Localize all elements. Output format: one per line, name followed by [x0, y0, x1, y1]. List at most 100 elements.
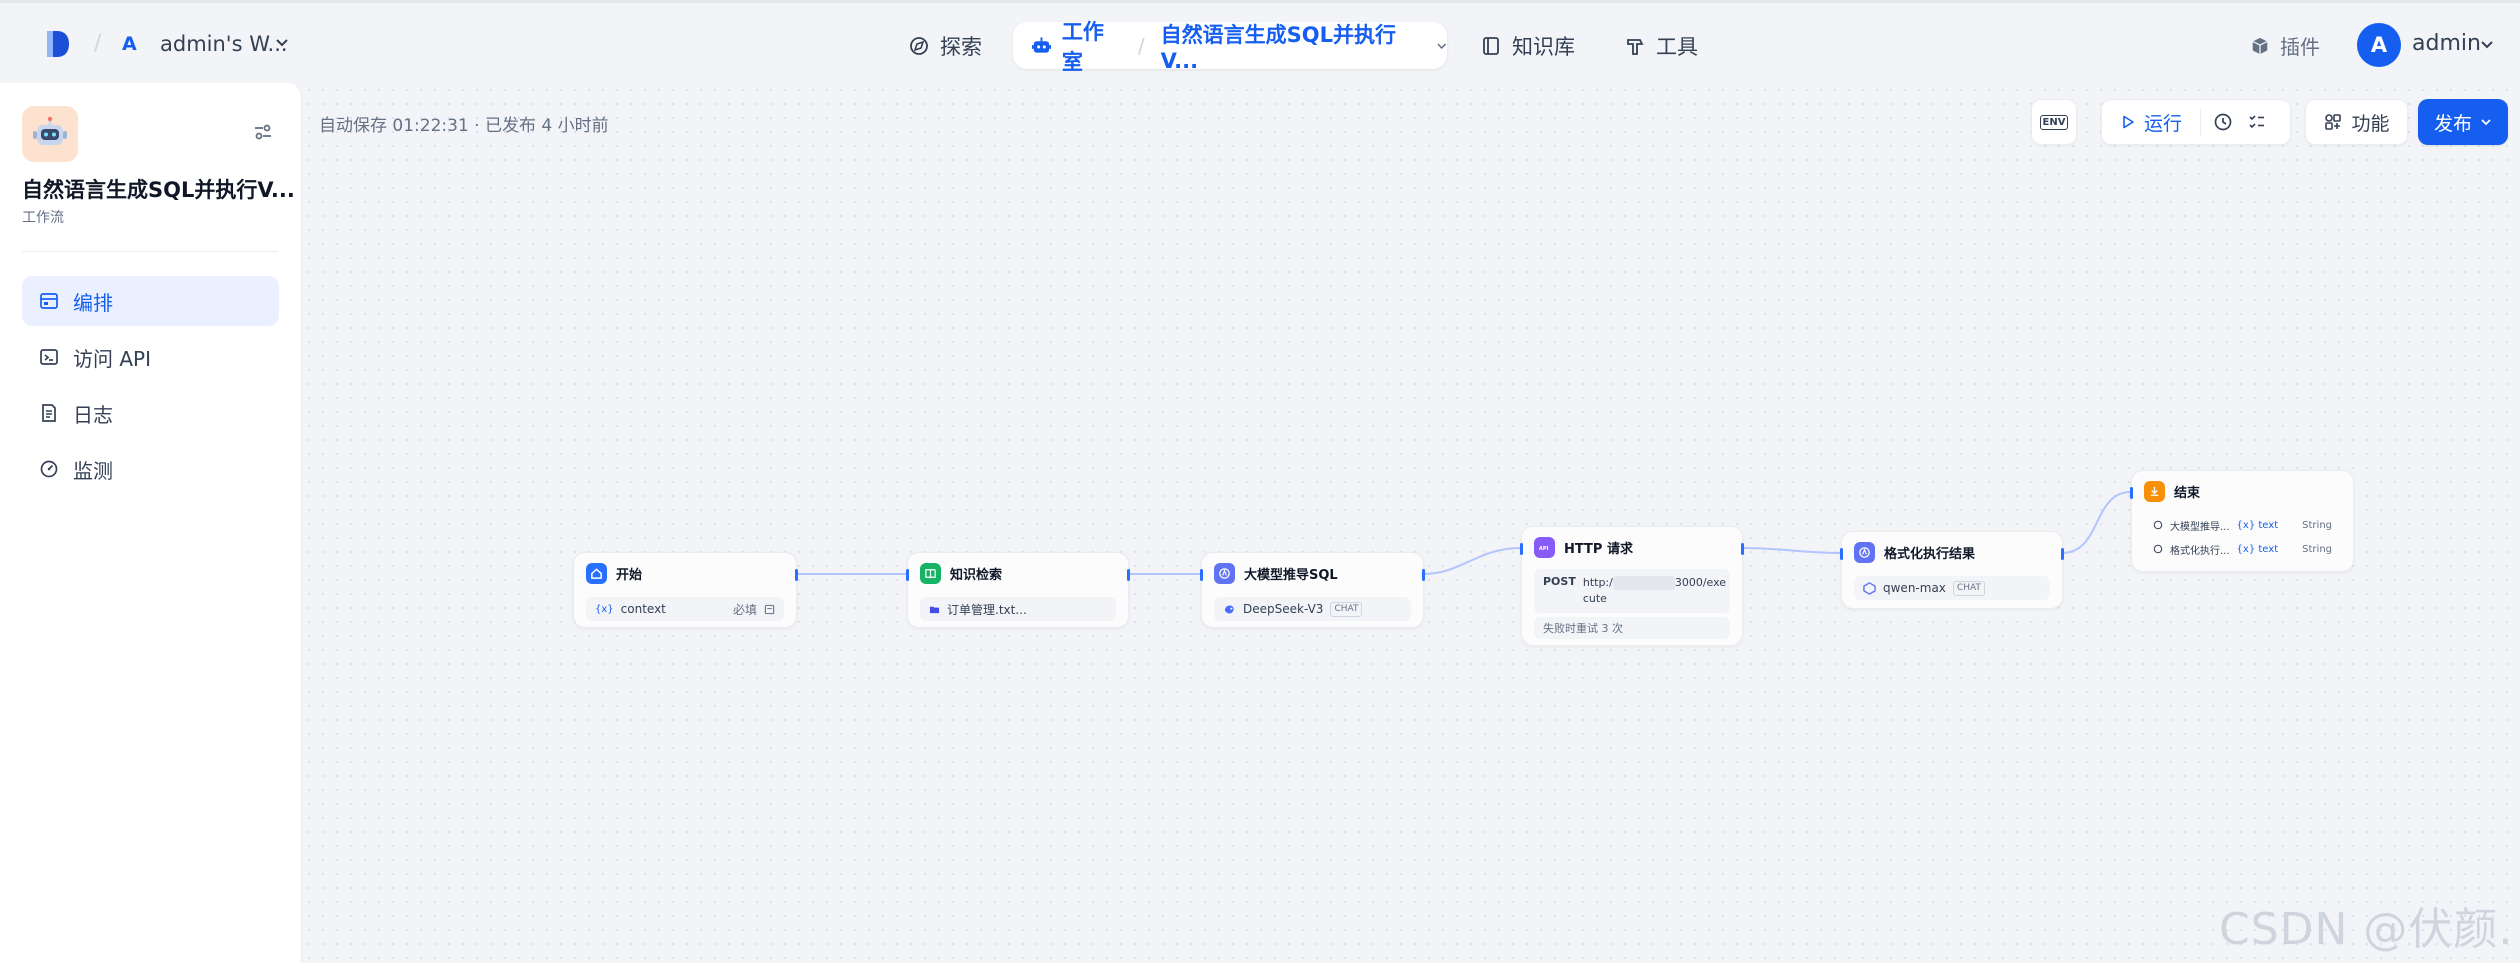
log-icon [42, 404, 56, 422]
api-icon: API [1534, 537, 1555, 558]
sidebar-item-label: 访问 API [73, 346, 151, 371]
nav-tools-label: 工具 [1656, 35, 1698, 59]
chevron-down-icon[interactable] [275, 36, 289, 50]
edge [2061, 491, 2132, 554]
sidebar-item-logs[interactable]: 日志 [22, 388, 279, 438]
dify-logo-icon[interactable] [45, 29, 71, 59]
start-variable: {x} context 必填 [586, 597, 784, 621]
workflow-icon [40, 293, 58, 309]
end-output-row: 大模型推导... {x} text String [2144, 515, 2341, 535]
app-robot-icon [22, 106, 78, 162]
deepseek-icon [1224, 605, 1234, 614]
nav-plugins-label: 插件 [2280, 35, 2320, 59]
nav-tools[interactable]: 工具 [1624, 31, 1698, 61]
book-open-icon [920, 563, 941, 584]
output-type: String [2302, 519, 2332, 531]
breadcrumb-separator: / [1137, 33, 1145, 58]
dataset-name: 订单管理.txt... [947, 602, 1027, 617]
app-type-label: 工作流 [22, 210, 64, 226]
output-handle[interactable] [1127, 569, 1130, 581]
sidebar-item-api[interactable]: 访问 API [22, 332, 279, 382]
model-row: qwen-max CHAT [1854, 576, 2050, 600]
current-app-name[interactable]: 自然语言生成SQL并执行V... [1161, 19, 1422, 73]
input-handle[interactable] [1200, 569, 1203, 581]
node-start[interactable]: 开始 {x} context 必填 [573, 552, 798, 628]
cube-icon [2252, 37, 2268, 54]
model-name: qwen-max [1883, 581, 1946, 595]
app-sidebar: 自然语言生成SQL并执行V... 工作流 编排 访问 API 日志 监测 [0, 83, 302, 963]
end-output-row: 格式化执行... {x} text String [2144, 539, 2341, 559]
nav-knowledge[interactable]: 知识库 [1480, 31, 1575, 61]
llm-icon [2153, 520, 2163, 530]
compass-icon [910, 37, 928, 55]
nav-studio[interactable]: 工作室 / 自然语言生成SQL并执行V... [1013, 20, 1447, 74]
input-handle[interactable] [2130, 487, 2133, 499]
node-title: HTTP 请求 [1564, 542, 1633, 557]
user-name[interactable]: admin [2412, 31, 2481, 56]
output-handle[interactable] [2061, 548, 2064, 560]
llm-icon [1854, 542, 1875, 563]
llm-icon [2153, 544, 2163, 554]
workspace-initial: A [122, 33, 137, 55]
node-title: 结束 [2174, 486, 2201, 501]
model-mode-badge: CHAT [1330, 601, 1363, 617]
qwen-icon [1863, 581, 1876, 595]
folder-icon [929, 606, 940, 613]
nav-explore[interactable]: 探索 [908, 31, 982, 61]
sidebar-item-orchestrate[interactable]: 编排 [22, 276, 279, 326]
edge [1741, 547, 1842, 554]
node-llm-format[interactable]: 格式化执行结果 qwen-max CHAT [1840, 531, 2064, 609]
settings-sliders-icon[interactable] [252, 121, 274, 143]
output-var: {x} text [2236, 519, 2279, 531]
output-type: String [2302, 543, 2332, 555]
avatar[interactable]: A [2357, 23, 2401, 67]
input-handle[interactable] [1520, 543, 1523, 555]
nav-plugins[interactable]: 插件 [2250, 31, 2320, 60]
node-end[interactable]: 结束 大模型推导... {x} text String 格式化执行... {x}… [2130, 470, 2354, 572]
sidebar-item-label: 编排 [73, 290, 113, 315]
svg-text:API: API [1539, 546, 1549, 552]
workflow-canvas[interactable]: 自动保存 01:22:31 · 已发布 4 小时前 ENV 运行 功能 发布 开… [302, 83, 2520, 963]
url-suffix: 3000/exe [1674, 576, 1727, 589]
workspace-name[interactable]: admin's W... [160, 32, 288, 56]
book-icon [1483, 37, 1499, 55]
retry-row: 失败时重试 3 次 [1534, 617, 1730, 639]
url-tail: cute [1582, 592, 1607, 605]
output-handle[interactable] [1422, 569, 1425, 581]
sidebar-item-label: 日志 [73, 402, 113, 427]
url-prefix: http:/ [1582, 576, 1613, 589]
input-handle[interactable] [1840, 548, 1843, 560]
chevron-down-icon[interactable] [1436, 40, 1447, 52]
home-icon [586, 563, 607, 584]
output-handle[interactable] [795, 569, 798, 581]
node-title: 开始 [616, 568, 643, 583]
watermark: CSDN @伏颜. [2219, 904, 2514, 955]
robot-icon [1031, 36, 1051, 53]
nav-explore-label: 探索 [940, 35, 982, 59]
top-bar: / A admin's W... 探索 工作室 / 自然语言生成SQL并执行V.… [0, 0, 2520, 83]
chevron-down-icon[interactable] [2480, 38, 2494, 52]
output-handle[interactable] [1741, 543, 1744, 555]
sidebar-item-label: 监测 [73, 458, 113, 483]
node-title: 格式化执行结果 [1884, 547, 1976, 562]
sidebar-item-monitor[interactable]: 监测 [22, 444, 279, 494]
http-method: POST [1543, 575, 1576, 588]
input-handle[interactable] [906, 569, 909, 581]
flag-icon [2144, 481, 2165, 502]
hammer-icon [1627, 39, 1644, 55]
divider [22, 251, 278, 252]
field-type-icon [764, 604, 775, 614]
output-var: {x} text [2236, 543, 2279, 555]
model-row: DeepSeek-V3 CHAT [1214, 597, 1411, 621]
gauge-icon [40, 460, 58, 478]
node-http-request[interactable]: API HTTP 请求 POST http:/ 3000/exe cute 失败… [1520, 526, 1744, 646]
dataset-row: 订单管理.txt... [920, 597, 1116, 621]
breadcrumb-separator: / [94, 31, 102, 56]
node-knowledge-retrieval[interactable]: 知识检索 订单管理.txt... [906, 552, 1130, 628]
model-name: DeepSeek-V3 [1243, 602, 1324, 616]
llm-icon [1214, 563, 1235, 584]
nav-studio-label: 工作室 [1061, 19, 1104, 74]
http-url-row: POST http:/ 3000/exe cute [1534, 569, 1730, 613]
variable-name: context [620, 602, 666, 616]
node-llm-sql[interactable]: 大模型推导SQL DeepSeek-V3 CHAT [1200, 552, 1425, 628]
